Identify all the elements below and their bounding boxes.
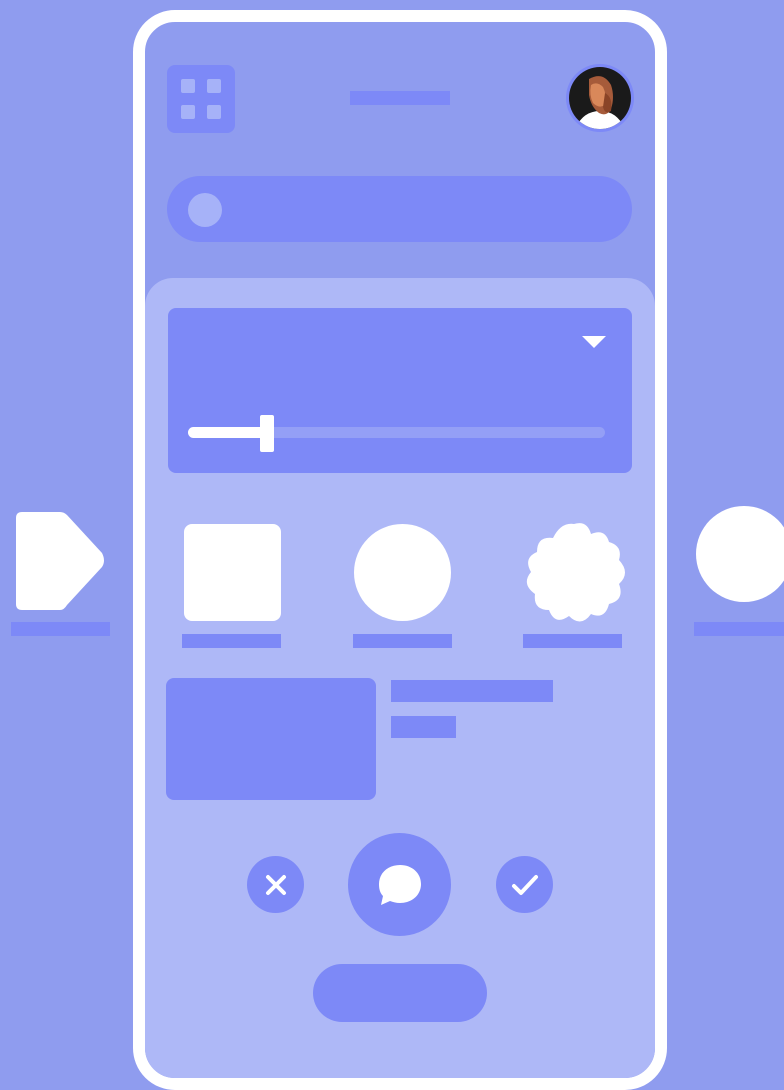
controls-card [168, 308, 632, 473]
slider-track[interactable] [188, 415, 605, 452]
media-subtitle-placeholder [391, 716, 456, 738]
cookie-shape-label [523, 634, 622, 648]
side-tag-shape-icon [16, 512, 104, 610]
avatar[interactable] [566, 64, 634, 132]
cookie-shape-icon[interactable] [519, 518, 629, 628]
grid-icon-cell [207, 105, 221, 119]
side-circle-shape-icon [696, 506, 784, 602]
grid-icon-cell [207, 79, 221, 93]
chat-button[interactable] [348, 833, 451, 936]
search-dot-icon [188, 193, 222, 227]
close-icon [265, 874, 286, 895]
primary-action-button[interactable] [313, 964, 487, 1022]
grid-menu-button[interactable] [167, 65, 235, 133]
avatar-portrait-icon [569, 67, 631, 129]
search-bar[interactable] [167, 176, 632, 242]
media-title-placeholder [391, 680, 553, 702]
page-title-placeholder [350, 91, 450, 105]
content-sheet [145, 278, 655, 1078]
media-thumbnail[interactable] [166, 678, 376, 800]
slider-fill [188, 427, 268, 438]
square-shape-label [182, 634, 281, 648]
phone-frame [133, 10, 667, 1090]
triangle-down-icon[interactable] [582, 336, 606, 348]
confirm-button[interactable] [496, 856, 553, 913]
grid-icon [181, 79, 195, 93]
dismiss-button[interactable] [247, 856, 304, 913]
check-icon [511, 874, 538, 895]
circle-shape-label [353, 634, 452, 648]
slider-thumb[interactable] [260, 415, 275, 452]
circle-shape-icon[interactable] [354, 524, 451, 621]
square-shape-icon[interactable] [184, 524, 281, 621]
side-right-label [694, 622, 784, 636]
chat-bubble-icon [378, 864, 421, 905]
side-left-label [11, 622, 110, 636]
grid-icon-cell [181, 105, 195, 119]
